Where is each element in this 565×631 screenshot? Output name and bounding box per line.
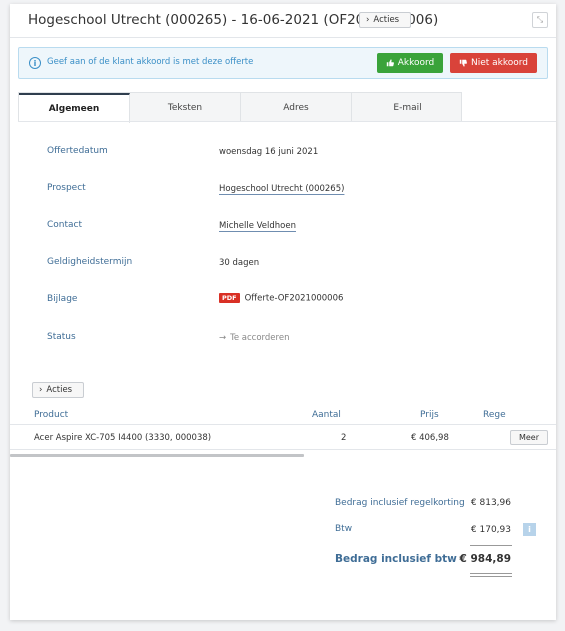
offer-panel: Hogeschool Utrecht (000265) - 16-06-2021… xyxy=(10,4,556,620)
approval-info-bar: i Geef aan of de klant akkoord is met de… xyxy=(18,47,548,79)
tab-email[interactable]: E-mail xyxy=(352,93,463,122)
row-price: € 406,98 xyxy=(411,433,449,443)
column-qty[interactable]: Aantal xyxy=(312,410,341,420)
panel-header: Hogeschool Utrecht (000265) - 16-06-2021… xyxy=(10,4,556,38)
status-text: Te accorderen xyxy=(230,333,290,343)
total-rule-bottom-2 xyxy=(470,576,512,577)
actions-label: Acties xyxy=(373,15,400,25)
arrow-right-icon: → xyxy=(219,333,227,343)
lines-actions-button[interactable]: › Acties xyxy=(32,382,84,398)
total-rule-bottom-1 xyxy=(470,573,512,574)
contact-link[interactable]: Michelle Veldhoen xyxy=(219,221,296,231)
tab-algemeen[interactable]: Algemeen xyxy=(19,93,130,123)
column-rule[interactable]: Rege xyxy=(483,410,506,420)
prospect-link[interactable]: Hogeschool Utrecht (000265) xyxy=(219,184,344,194)
thumbs-down-icon xyxy=(459,59,467,67)
actions-button[interactable]: › Acties xyxy=(359,12,411,28)
info-icon: i xyxy=(29,57,41,69)
contact-label: Contact xyxy=(47,220,83,230)
pdf-icon: PDF xyxy=(219,293,240,303)
chevron-right-icon: › xyxy=(366,15,370,25)
total-incl-discount-value: € 813,96 xyxy=(470,498,511,508)
column-price[interactable]: Prijs xyxy=(420,410,439,420)
prospect-label: Prospect xyxy=(47,183,86,193)
attachment-filename: Offerte-OF2021000006 xyxy=(244,293,344,304)
status-label: Status xyxy=(47,332,76,342)
row-product: Acer Aspire XC-705 I4400 (3330, 000038) xyxy=(34,433,212,443)
status-value: → Te accorderen xyxy=(219,333,289,343)
total-rule-top xyxy=(470,545,512,546)
more-button[interactable]: Meer xyxy=(510,430,548,445)
total-incl-discount-label: Bedrag inclusief regelkorting xyxy=(335,498,465,508)
lines-actions-label: Acties xyxy=(46,385,73,395)
vat-info-icon[interactable]: i xyxy=(523,523,536,536)
tab-divider xyxy=(18,121,556,122)
tab-adres[interactable]: Adres xyxy=(241,93,352,122)
lines-table-header: Product Aantal Prijs Rege xyxy=(10,410,556,424)
horizontal-scrollbar[interactable] xyxy=(10,454,304,457)
validity-value: 30 dagen xyxy=(219,258,260,268)
tab-teksten[interactable]: Teksten xyxy=(130,93,241,122)
total-incl-vat-label: Bedrag inclusief btw xyxy=(335,553,457,565)
approve-label: Akkoord xyxy=(397,58,435,68)
column-product[interactable]: Product xyxy=(34,410,68,420)
chevron-right-icon: › xyxy=(39,385,43,395)
expand-icon[interactable]: ⤡ xyxy=(532,12,548,28)
reject-button[interactable]: Niet akkoord xyxy=(450,53,537,73)
row-qty: 2 xyxy=(341,433,347,443)
attachment-link[interactable]: PDF Offerte-OF2021000006 xyxy=(219,293,343,304)
offer-date-label: Offertedatum xyxy=(47,146,108,156)
attachment-label: Bijlage xyxy=(47,294,78,304)
approval-info-text: Geef aan of de klant akkoord is met deze… xyxy=(47,57,254,67)
tab-bar: Algemeen Teksten Adres E-mail xyxy=(18,92,463,123)
approve-button[interactable]: Akkoord xyxy=(377,53,443,73)
validity-label: Geldigheidstermijn xyxy=(47,257,133,267)
table-row: Acer Aspire XC-705 I4400 (3330, 000038) … xyxy=(10,424,556,450)
total-incl-vat-value: € 984,89 xyxy=(459,553,511,565)
reject-label: Niet akkoord xyxy=(470,58,529,68)
vat-value: € 170,93 xyxy=(470,525,511,535)
thumbs-up-icon xyxy=(386,59,394,67)
offer-date-value: woensdag 16 juni 2021 xyxy=(219,147,319,157)
vat-label: Btw xyxy=(335,524,353,534)
